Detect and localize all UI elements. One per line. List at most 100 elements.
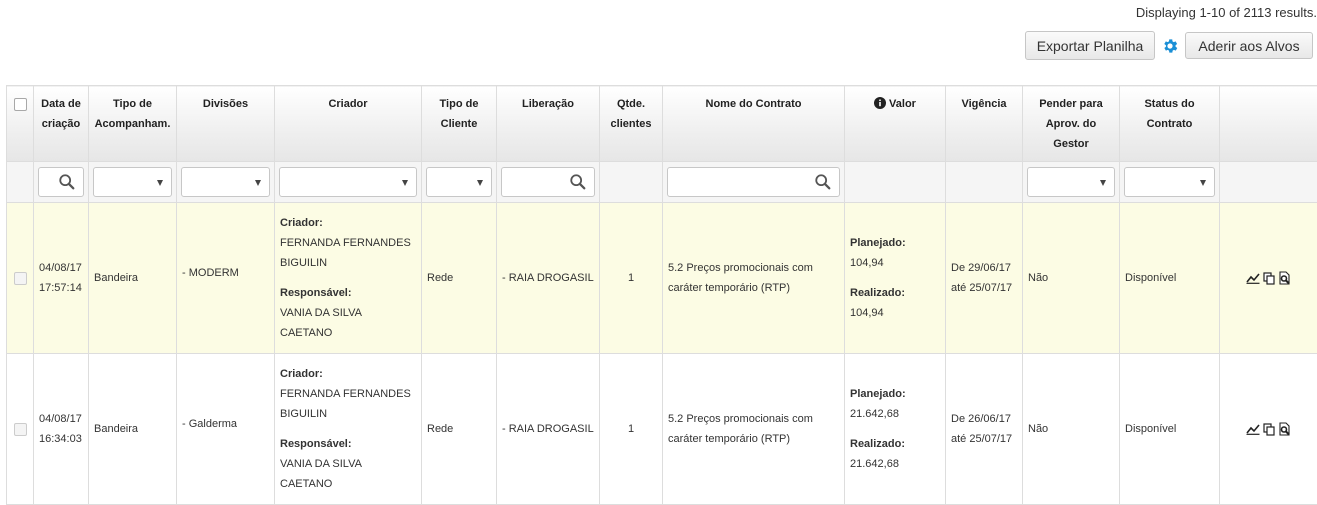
time: 16:34:03 (39, 429, 83, 449)
col-tipo-cliente[interactable]: Tipo de Cliente (422, 86, 497, 162)
realizado-value: 21.642,68 (850, 454, 940, 474)
date-search-input[interactable] (38, 167, 84, 197)
gear-icon[interactable] (1161, 37, 1179, 55)
liberacao-search-input[interactable] (501, 167, 595, 197)
tipo-acompanhamento-select[interactable] (93, 167, 172, 197)
filter-cell (275, 162, 422, 203)
filter-cell (7, 162, 34, 203)
cell-tipo: Bandeira (89, 203, 177, 354)
col-valor-label: Valor (889, 98, 916, 110)
cell-status: Disponível (1120, 354, 1220, 505)
select-all-header (7, 86, 34, 162)
filter-row (7, 162, 1317, 203)
contrato-search-input[interactable] (667, 167, 840, 197)
col-data-criacao[interactable]: Data de criação (34, 86, 89, 162)
date: 04/08/17 (39, 409, 83, 429)
export-spreadsheet-button[interactable]: Exportar Planilha (1025, 31, 1155, 60)
contracts-table: Data de criação Tipo de Acompanham. Divi… (6, 85, 1317, 505)
criador-name: FERNANDA FERNANDES BIGUILIN (280, 233, 416, 273)
criador-label: Criador: (280, 364, 416, 384)
cell-pender: Não (1023, 354, 1120, 505)
criador-select[interactable] (279, 167, 417, 197)
search-icon (58, 173, 76, 191)
chevron-down-icon (255, 180, 261, 186)
filter-cell (422, 162, 497, 203)
cell-vigencia: De 29/06/17até 25/07/17 (946, 203, 1023, 354)
status-select[interactable] (1124, 167, 1215, 197)
chevron-down-icon (477, 180, 483, 186)
vigencia-from: De 26/06/17 (951, 409, 1017, 429)
responsavel-name: VANIA DA SILVA CAETANO (280, 454, 416, 494)
cell-status: Disponível (1120, 203, 1220, 354)
col-criador[interactable]: Criador (275, 86, 422, 162)
pender-select[interactable] (1027, 167, 1115, 197)
chevron-down-icon (1200, 180, 1206, 186)
filter-cell (497, 162, 600, 203)
col-actions (1220, 86, 1317, 162)
copy-icon[interactable] (1263, 423, 1275, 436)
table-header-row: Data de criação Tipo de Acompanham. Divi… (7, 86, 1317, 162)
row-checkbox-cell (7, 354, 34, 505)
chevron-down-icon (157, 180, 163, 186)
col-liberacao[interactable]: Liberação (497, 86, 600, 162)
col-tipo-acompanhamento[interactable]: Tipo de Acompanham. (89, 86, 177, 162)
view-details-icon[interactable] (1278, 422, 1291, 436)
vigencia-to: até 25/07/17 (951, 278, 1017, 298)
filter-cell (845, 162, 946, 203)
cell-vigencia: De 26/06/17até 25/07/17 (946, 354, 1023, 505)
chart-line-icon[interactable] (1246, 272, 1260, 284)
planejado-value: 21.642,68 (850, 404, 940, 424)
cell-divisao: - MODERM (177, 203, 275, 354)
chart-line-icon[interactable] (1246, 423, 1260, 435)
cell-data-criacao: 04/08/1716:34:03 (34, 354, 89, 505)
table-row[interactable]: 04/08/1716:34:03 Bandeira - Galderma Cri… (7, 354, 1317, 505)
copy-icon[interactable] (1263, 272, 1275, 285)
adherir-alvos-button[interactable]: Aderir aos Alvos (1185, 32, 1313, 59)
cell-tipo-cliente: Rede (422, 203, 497, 354)
filter-cell (1120, 162, 1220, 203)
col-pender-aprovacao[interactable]: Pender para Aprov. do Gestor (1023, 86, 1120, 162)
cell-valor: Planejado: 21.642,68 Realizado: 21.642,6… (845, 354, 946, 505)
cell-tipo-cliente: Rede (422, 354, 497, 505)
responsavel-label: Responsável: (280, 434, 416, 454)
divisoes-select[interactable] (181, 167, 270, 197)
col-valor[interactable]: Valor (845, 86, 946, 162)
row-checkbox-cell (7, 203, 34, 354)
cell-criador: Criador: FERNANDA FERNANDES BIGUILIN Res… (275, 203, 422, 354)
filter-cell (1023, 162, 1120, 203)
cell-divisao: - Galderma (177, 354, 275, 505)
col-nome-contrato[interactable]: Nome do Contrato (663, 86, 845, 162)
cell-valor: Planejado: 104,94 Realizado: 104,94 (845, 203, 946, 354)
cell-liberacao: - RAIA DROGASIL (497, 354, 600, 505)
row-checkbox[interactable] (14, 423, 27, 436)
search-icon (814, 173, 832, 191)
cell-actions (1220, 354, 1317, 505)
criador-label: Criador: (280, 213, 416, 233)
info-icon[interactable] (874, 96, 886, 116)
cell-pender: Não (1023, 203, 1120, 354)
time: 17:57:14 (39, 278, 83, 298)
realizado-label: Realizado: (850, 283, 940, 303)
cell-data-criacao: 04/08/1717:57:14 (34, 203, 89, 354)
toolbar: Exportar Planilha Aderir aos Alvos (1025, 31, 1313, 60)
realizado-value: 104,94 (850, 303, 940, 323)
table-row[interactable]: 04/08/1717:57:14 Bandeira - MODERM Criad… (7, 203, 1317, 354)
filter-cell (1220, 162, 1317, 203)
col-status-contrato[interactable]: Status do Contrato (1120, 86, 1220, 162)
col-qtde-clientes[interactable]: Qtde. clientes (600, 86, 663, 162)
filter-cell (600, 162, 663, 203)
planejado-label: Planejado: (850, 233, 940, 253)
cell-contrato: 5.2 Preços promocionais com caráter temp… (663, 354, 845, 505)
row-checkbox[interactable] (14, 272, 27, 285)
filter-cell (663, 162, 845, 203)
tipo-cliente-select[interactable] (426, 167, 492, 197)
filter-cell (89, 162, 177, 203)
col-vigencia[interactable]: Vigência (946, 86, 1023, 162)
responsavel-label: Responsável: (280, 283, 416, 303)
col-divisoes[interactable]: Divisões (177, 86, 275, 162)
date: 04/08/17 (39, 258, 83, 278)
cell-qtde: 1 (600, 203, 663, 354)
criador-name: FERNANDA FERNANDES BIGUILIN (280, 384, 416, 424)
view-details-icon[interactable] (1278, 271, 1291, 285)
select-all-checkbox[interactable] (14, 98, 27, 111)
